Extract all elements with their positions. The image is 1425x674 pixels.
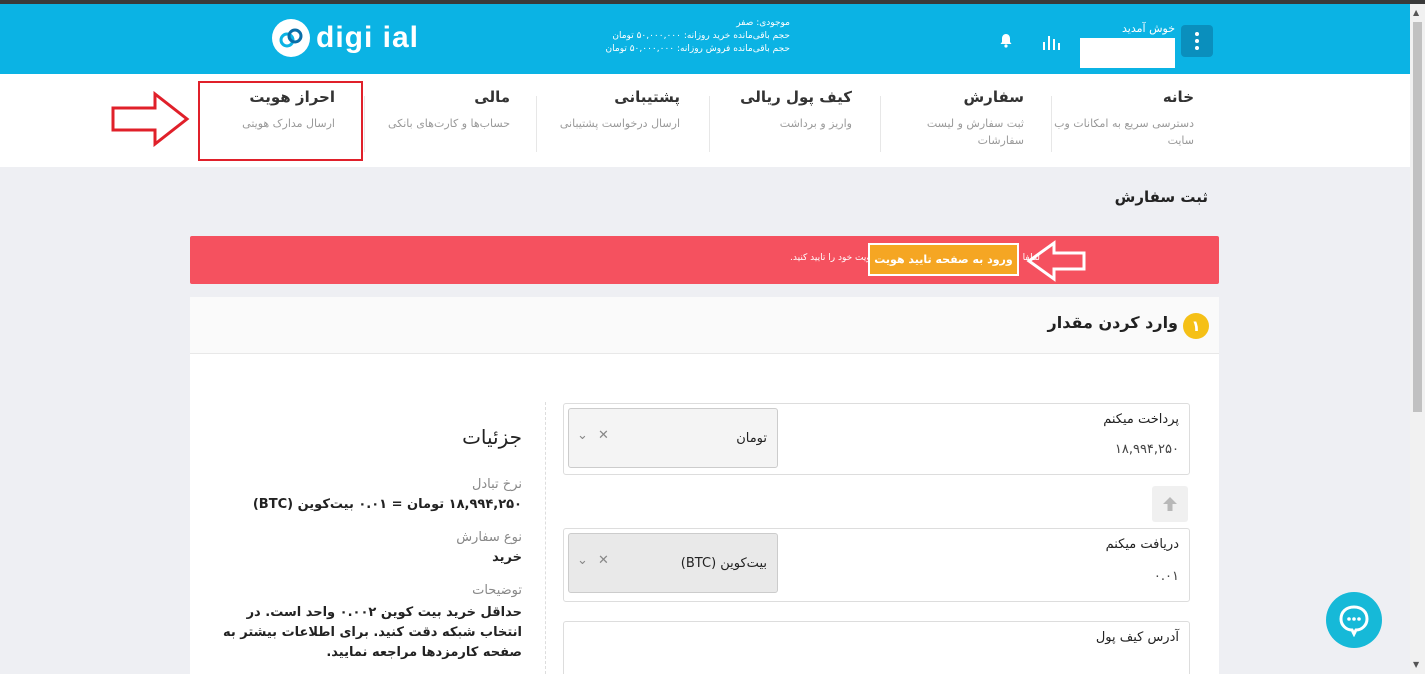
pay-label: پرداخت میکنم — [1103, 412, 1179, 427]
scroll-down-arrow-icon[interactable]: ▼ — [1413, 660, 1419, 669]
clear-and-chevron-icon[interactable]: ⌄ ✕ — [577, 553, 612, 568]
page-title: ثبت سفارش — [1114, 188, 1208, 206]
logo-text: digi ial — [316, 21, 420, 54]
nav-item-finance[interactable]: مالی حساب‌ها و کارت‌های بانکی — [370, 88, 510, 132]
balance-line: موجودی: صفر — [736, 18, 790, 28]
bell-icon[interactable] — [993, 28, 1019, 54]
annotation-highlight-box — [198, 81, 363, 161]
nav-divider — [364, 96, 365, 152]
welcome-text: خوش آمدید — [1122, 22, 1175, 35]
balance-info: موجودی: صفر حجم باقی‌مانده خرید روزانه: … — [560, 17, 790, 56]
scroll-thumb[interactable] — [1413, 22, 1422, 412]
receive-currency-select[interactable]: بیت‌کوین (BTC) ⌄ ✕ — [568, 533, 778, 593]
nav-title: مالی — [474, 88, 510, 106]
logo-icon — [272, 19, 310, 57]
receive-field: دریافت میکنم ۰.۰۱ بیت‌کوین (BTC) ⌄ ✕ — [563, 528, 1190, 602]
wallet-label: آدرس کیف پول — [1095, 630, 1179, 645]
scroll-up-arrow-icon[interactable]: ▲ — [1413, 8, 1419, 17]
nav-subtitle: ارسال درخواست پشتیبانی — [559, 117, 680, 130]
annotation-arrow-icon — [1026, 240, 1088, 286]
receive-label: دریافت میکنم — [1105, 537, 1179, 552]
swap-arrow-up-icon[interactable] — [1152, 486, 1188, 522]
nav-divider — [536, 96, 537, 152]
nav-title: سفارش — [963, 88, 1024, 106]
details-title: جزئیات — [462, 425, 522, 449]
pay-field: پرداخت میکنم ۱۸,۹۹۴,۲۵۰ تومان ⌄ ✕ — [563, 403, 1190, 475]
wallet-address-field[interactable]: آدرس کیف پول — [563, 621, 1190, 674]
kebab-menu-icon[interactable] — [1181, 25, 1213, 57]
logo[interactable]: digi ial — [272, 18, 419, 58]
rate-value: ۱۸,۹۹۴,۲۵۰ تومان = ۰.۰۱ بیت‌کوین (BTC) — [252, 497, 522, 512]
order-details: جزئیات نرخ تبادل ۱۸,۹۹۴,۲۵۰ تومان = ۰.۰۱… — [220, 425, 522, 663]
nav-subtitle: واریز و برداشت — [779, 117, 852, 130]
nav-divider — [880, 96, 881, 152]
nav-item-home[interactable]: خانه دسترسی سریع به امکانات وب سایت — [1052, 88, 1194, 149]
receive-amount-input[interactable]: ۰.۰۱ — [1154, 569, 1179, 584]
chat-bubble-icon[interactable] — [1326, 592, 1382, 648]
order-type-label: نوع سفارش — [456, 530, 522, 545]
step-number-badge: ۱ — [1183, 313, 1209, 339]
nav-title: کیف پول ریالی — [740, 88, 852, 106]
nav-subtitle: حساب‌ها و کارت‌های بانکی — [387, 117, 510, 130]
clear-and-chevron-icon[interactable]: ⌄ ✕ — [577, 428, 612, 443]
verify-identity-button[interactable]: ورود به صفحه تایید هویت — [868, 243, 1019, 276]
nav-divider — [709, 96, 710, 152]
order-type-value: خرید — [492, 550, 522, 565]
receive-currency-value: بیت‌کوین (BTC) — [680, 556, 767, 571]
buy-limit-line: حجم باقی‌مانده خرید روزانه: ۵۰,۰۰۰,۰۰۰ ت… — [612, 31, 790, 41]
page-scrollbar[interactable]: ▲ ▼ — [1410, 4, 1425, 674]
nav-item-order[interactable]: سفارش ثبت سفارش و لیست سفارشات — [912, 88, 1024, 149]
column-divider — [545, 402, 546, 674]
top-header: digi ial موجودی: صفر حجم باقی‌مانده خرید… — [0, 4, 1410, 74]
nav-title: پشتیبانی — [614, 88, 680, 106]
description-label: توضیحات — [472, 583, 522, 598]
nav-item-support[interactable]: پشتیبانی ارسال درخواست پشتیبانی — [545, 88, 680, 132]
pay-amount-input[interactable]: ۱۸,۹۹۴,۲۵۰ — [1115, 442, 1179, 457]
sell-limit-line: حجم باقی‌مانده فروش روزانه: ۵۰,۰۰۰,۰۰۰ ت… — [605, 44, 790, 54]
nav-subtitle: دسترسی سریع به امکانات وب سایت — [1054, 117, 1194, 147]
description-text: حداقل خرید بیت کوین ۰.۰۰۲ واحد است. در ا… — [222, 605, 522, 660]
chart-icon[interactable] — [1040, 32, 1064, 52]
nav-subtitle: ثبت سفارش و لیست سفارشات — [926, 117, 1024, 147]
nav-title: خانه — [1162, 88, 1194, 106]
step-title: وارد کردن مقدار — [1047, 313, 1178, 332]
pay-currency-value: تومان — [736, 431, 767, 446]
nav-divider — [1051, 96, 1052, 152]
annotation-arrow-icon — [110, 90, 190, 151]
user-name-redacted — [1080, 38, 1175, 68]
nav-item-rial-wallet[interactable]: کیف پول ریالی واریز و برداشت — [720, 88, 852, 132]
rate-label: نرخ تبادل — [471, 477, 522, 492]
pay-currency-select[interactable]: تومان ⌄ ✕ — [568, 408, 778, 468]
